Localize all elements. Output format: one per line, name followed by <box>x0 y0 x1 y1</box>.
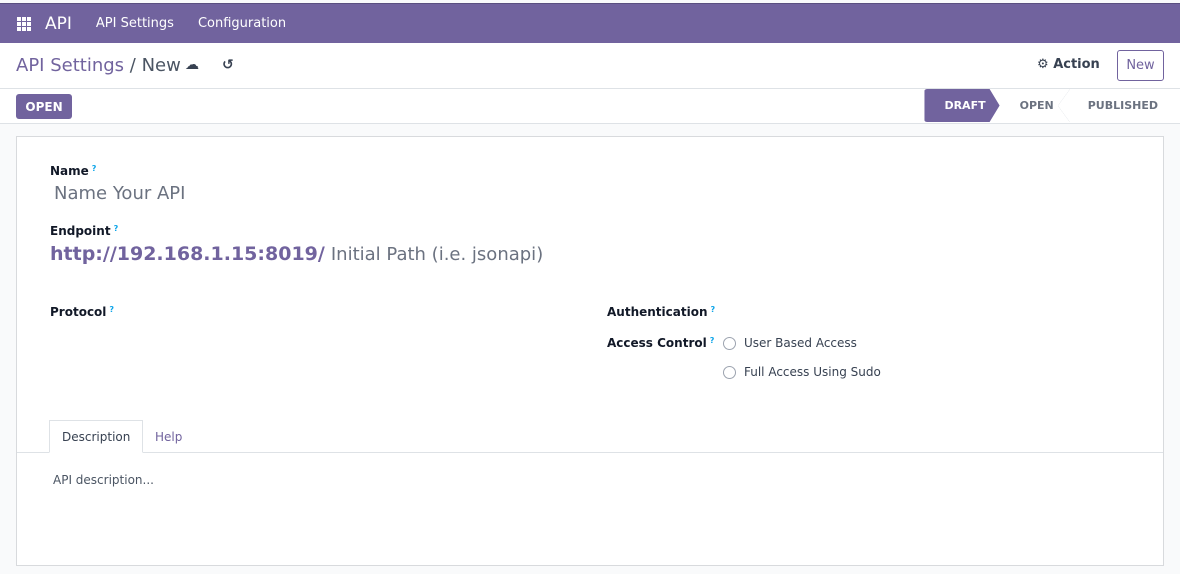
help-icon[interactable]: ? <box>114 224 119 233</box>
help-icon[interactable]: ? <box>710 336 715 345</box>
status-bar: DRAFT OPEN PUBLISHED <box>924 89 1172 122</box>
undo-icon[interactable]: ↺ <box>222 57 234 73</box>
endpoint-field: http://192.168.1.15:8019/ Initial Path (… <box>50 243 543 265</box>
help-icon[interactable]: ? <box>711 305 716 314</box>
endpoint-host: http://192.168.1.15:8019/ <box>50 243 325 265</box>
apps-grid-icon[interactable] <box>17 16 31 31</box>
breadcrumb-parent[interactable]: API Settings <box>16 55 124 76</box>
endpoint-label: Endpoint? <box>50 224 119 238</box>
endpoint-path-input[interactable]: Initial Path (i.e. jsonapi) <box>331 244 543 265</box>
help-icon[interactable]: ? <box>92 164 97 173</box>
radio-label: User Based Access <box>744 336 857 350</box>
menu-configuration[interactable]: Configuration <box>198 16 286 31</box>
name-label: Name? <box>50 164 97 178</box>
top-navbar: API API Settings Configuration <box>0 3 1180 43</box>
radio-user-based-access[interactable]: User Based Access <box>723 336 857 350</box>
radio-icon[interactable] <box>723 336 736 350</box>
form-sheet: Name? Name Your API Endpoint? http://192… <box>16 136 1164 566</box>
help-icon[interactable]: ? <box>109 305 114 314</box>
radio-label: Full Access Using Sudo <box>744 365 881 379</box>
status-draft[interactable]: DRAFT <box>924 89 999 122</box>
action-button[interactable]: ⚙ Action <box>1037 57 1100 72</box>
app-name[interactable]: API <box>45 14 72 34</box>
description-input[interactable]: API description... <box>53 473 154 487</box>
authentication-label: Authentication? <box>607 305 716 319</box>
protocol-label: Protocol? <box>50 305 115 319</box>
status-open[interactable]: OPEN <box>1000 89 1070 122</box>
breadcrumb-current: New <box>141 55 181 76</box>
cloud-upload-icon[interactable]: ☁ <box>185 57 199 73</box>
tab-description[interactable]: Description <box>49 420 144 453</box>
name-input[interactable]: Name Your API <box>54 183 185 204</box>
notebook-tabs: Description Help <box>17 420 1163 453</box>
control-panel: API Settings / New ☁ ↺ ⚙ Action New OPEN… <box>0 43 1180 124</box>
breadcrumb-separator: / <box>129 55 136 76</box>
new-button[interactable]: New <box>1117 50 1164 81</box>
open-button[interactable]: OPEN <box>16 94 72 119</box>
radio-full-access-sudo[interactable]: Full Access Using Sudo <box>723 365 881 379</box>
radio-icon[interactable] <box>723 365 736 379</box>
tab-help[interactable]: Help <box>143 420 194 453</box>
access-control-label: Access Control? <box>607 336 715 350</box>
action-label: Action <box>1053 57 1100 72</box>
status-published[interactable]: PUBLISHED <box>1068 89 1172 122</box>
menu-api-settings[interactable]: API Settings <box>96 16 174 31</box>
gear-icon: ⚙ <box>1037 57 1049 72</box>
breadcrumb: API Settings / New <box>16 55 181 76</box>
